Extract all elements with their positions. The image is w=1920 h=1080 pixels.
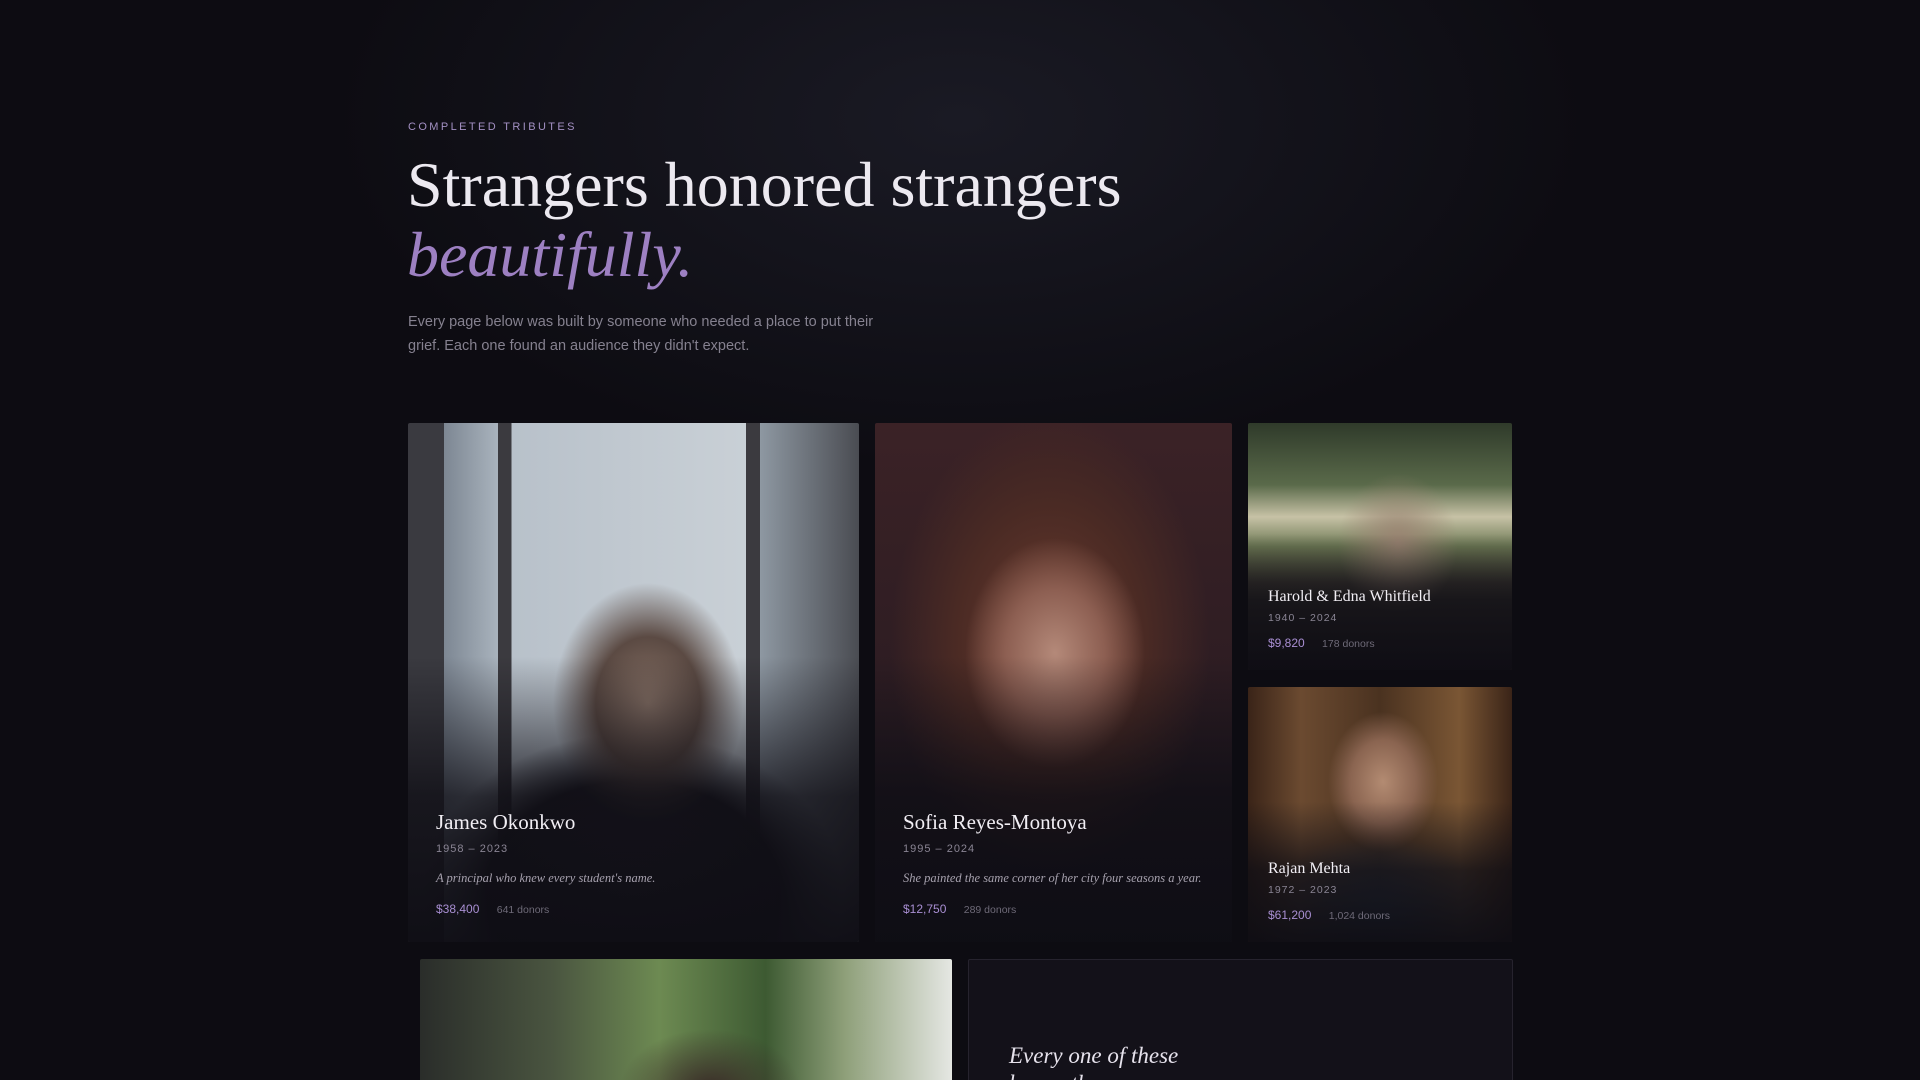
- closing-panel: Every one of these began the same way: [968, 959, 1513, 1080]
- tribute-name: James Okonkwo: [436, 810, 576, 834]
- tribute-info: Rajan Mehta 1972 – 2023 $61,200 1,024 do…: [1268, 860, 1492, 922]
- tribute-card-harold-edna-whitfield[interactable]: Harold & Edna Whitfield 1940 – 2024 $9,8…: [1248, 423, 1512, 670]
- tribute-amount: $61,200: [1268, 908, 1312, 922]
- tribute-donor-count: 641 donors: [496, 904, 550, 916]
- tribute-name: Sofia Reyes-Montoya: [903, 810, 1087, 834]
- tribute-name: Harold & Edna Whitfield: [1268, 588, 1431, 605]
- tribute-info: Sofia Reyes-Montoya 1995 – 2024 She pain…: [903, 810, 1204, 916]
- tribute-card-sofia-reyes-montoya[interactable]: Sofia Reyes-Montoya 1995 – 2024 She pain…: [875, 423, 1232, 942]
- tribute-amount: $12,750: [903, 902, 947, 916]
- tribute-amount: $38,400: [436, 902, 480, 916]
- tribute-amount: $9,820: [1268, 636, 1305, 650]
- tribute-info: Harold & Edna Whitfield 1940 – 2024 $9,8…: [1268, 588, 1492, 650]
- tribute-donor-count: 1,024 donors: [1328, 910, 1391, 922]
- headline-line-1: Strangers honored strangers: [407, 149, 1122, 220]
- tribute-donor-count: 289 donors: [963, 904, 1017, 916]
- tribute-donor-count: 178 donors: [1322, 638, 1375, 650]
- section-eyebrow: COMPLETED TRIBUTES: [408, 121, 577, 133]
- tribute-dates: 1958 – 2023: [436, 843, 509, 855]
- tribute-quote: A principal who knew every student's nam…: [436, 871, 656, 885]
- tribute-card-james-okonkwo[interactable]: James Okonkwo 1958 – 2023 A principal wh…: [408, 423, 859, 942]
- tribute-stats: $9,820 178 donors: [1268, 636, 1492, 650]
- tribute-stats: $38,400 641 donors: [436, 902, 831, 916]
- tribute-stats: $61,200 1,024 donors: [1268, 908, 1492, 922]
- tribute-stats: $12,750 289 donors: [903, 902, 1204, 916]
- tribute-card-rajan-mehta[interactable]: Rajan Mehta 1972 – 2023 $61,200 1,024 do…: [1248, 687, 1512, 942]
- section-headline: Strangers honored strangers beautifully.: [407, 150, 1121, 290]
- tribute-quote: She painted the same corner of her city …: [903, 871, 1202, 885]
- tribute-card-partial[interactable]: [420, 959, 952, 1080]
- tribute-dates: 1995 – 2024: [903, 843, 976, 855]
- tribute-photo: [420, 959, 952, 1080]
- headline-accent: beautifully.: [407, 219, 694, 290]
- tribute-dates: 1940 – 2024: [1268, 612, 1338, 624]
- tribute-info: James Okonkwo 1958 – 2023 A principal wh…: [436, 810, 831, 916]
- tribute-dates: 1972 – 2023: [1268, 884, 1338, 896]
- section-intro: Every page below was built by someone wh…: [408, 314, 874, 354]
- closing-statement: Every one of these began the same way: [1009, 1043, 1195, 1080]
- tribute-name: Rajan Mehta: [1268, 860, 1351, 877]
